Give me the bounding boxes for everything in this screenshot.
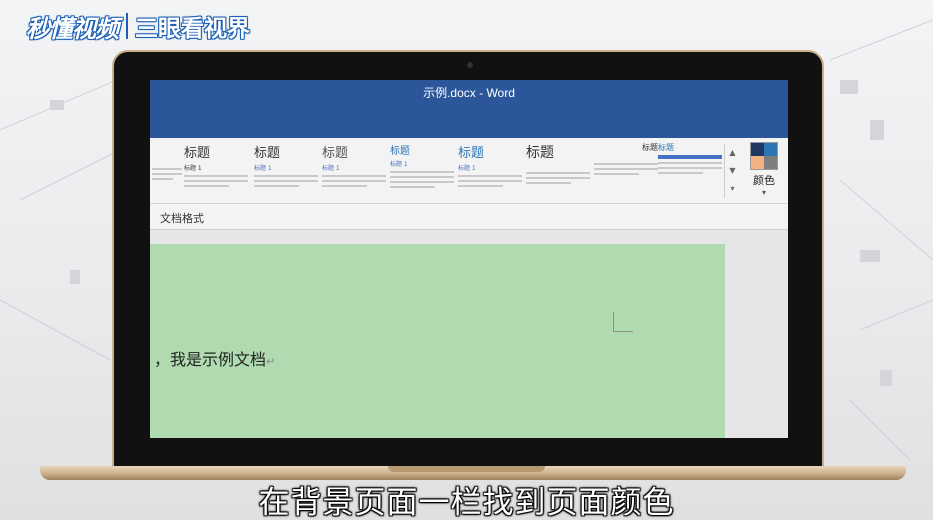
window-title: 示例.docx - Word xyxy=(423,86,515,100)
document-canvas: ，我是示例文档↵ xyxy=(150,230,788,438)
style-title: 标题 xyxy=(184,146,211,161)
gallery-more-icon[interactable]: ▾ xyxy=(725,180,740,198)
style-gallery-item[interactable]: 标题 标题 1 xyxy=(322,142,386,198)
chevron-up-icon[interactable]: ▲ xyxy=(725,144,740,162)
document-text-content: ，我是示例文档 xyxy=(154,350,267,369)
document-text[interactable]: ，我是示例文档↵ xyxy=(154,346,275,370)
style-title: 标题 xyxy=(322,146,349,161)
paragraph-mark-icon: ↵ xyxy=(266,355,276,368)
design-ribbon: 标题 标题 1 标题 标题 1 标题 标题 1 标题 标题 1 标题 标题 1 … xyxy=(150,138,788,204)
document-page[interactable]: ，我是示例文档↵ xyxy=(150,244,725,438)
watermark-logo: 秒懂视频 xyxy=(26,14,119,43)
laptop-notch xyxy=(388,466,545,472)
dropdown-caret-icon: ▾ xyxy=(761,188,766,197)
style-gallery-scroller[interactable]: ▲ ▼ ▾ xyxy=(724,144,740,198)
colors-label: 颜色 xyxy=(753,174,775,187)
style-title: 标题 xyxy=(526,145,554,161)
style-title: 标题 xyxy=(642,143,658,152)
style-gallery-item[interactable]: 标题 xyxy=(526,142,590,198)
style-gallery-item[interactable]: 标题 xyxy=(658,142,722,198)
document-format-group-label: 文档格式 xyxy=(160,212,204,225)
video-caption: 在背景页面一栏找到页面颜色 xyxy=(258,485,675,520)
style-title: 标题 xyxy=(390,146,410,157)
style-gallery-item[interactable] xyxy=(152,142,182,198)
ribbon-group-bar: 文档格式 xyxy=(150,204,788,230)
style-gallery-item[interactable]: 标题 标题 1 xyxy=(458,142,522,198)
chevron-down-icon[interactable]: ▼ xyxy=(725,162,740,180)
style-gallery-item[interactable]: 标题 标题 1 xyxy=(184,142,248,198)
style-gallery-item[interactable]: 标题 标题 1 xyxy=(254,142,318,198)
style-title: 标题 xyxy=(458,146,485,161)
style-gallery-item[interactable]: 标题 标题 1 xyxy=(390,142,454,198)
style-subtitle: 标题 1 xyxy=(322,165,340,172)
color-palette-icon xyxy=(750,142,778,170)
watermark-channel: 三眼看视界 xyxy=(135,16,250,42)
margin-corner-mark xyxy=(613,312,633,332)
style-subtitle: 标题 1 xyxy=(458,165,476,172)
style-subtitle: 标题 1 xyxy=(254,165,272,172)
style-subtitle: 标题 1 xyxy=(390,161,408,168)
style-gallery-item[interactable]: 标题 xyxy=(594,142,658,198)
watermark-separator xyxy=(126,13,128,39)
word-titlebar: 示例.docx - Word xyxy=(150,80,788,138)
style-title: 标题 xyxy=(254,146,281,161)
style-title: 标题 xyxy=(658,143,674,152)
webcam-icon xyxy=(467,62,473,68)
theme-colors-button[interactable]: 颜色 ▾ xyxy=(744,142,784,202)
video-watermark: 秒懂视频 三眼看视界 xyxy=(26,8,250,44)
laptop-screen: 示例.docx - Word 标题 标题 1 标题 标题 1 标题 标题 1 标… xyxy=(150,80,788,438)
